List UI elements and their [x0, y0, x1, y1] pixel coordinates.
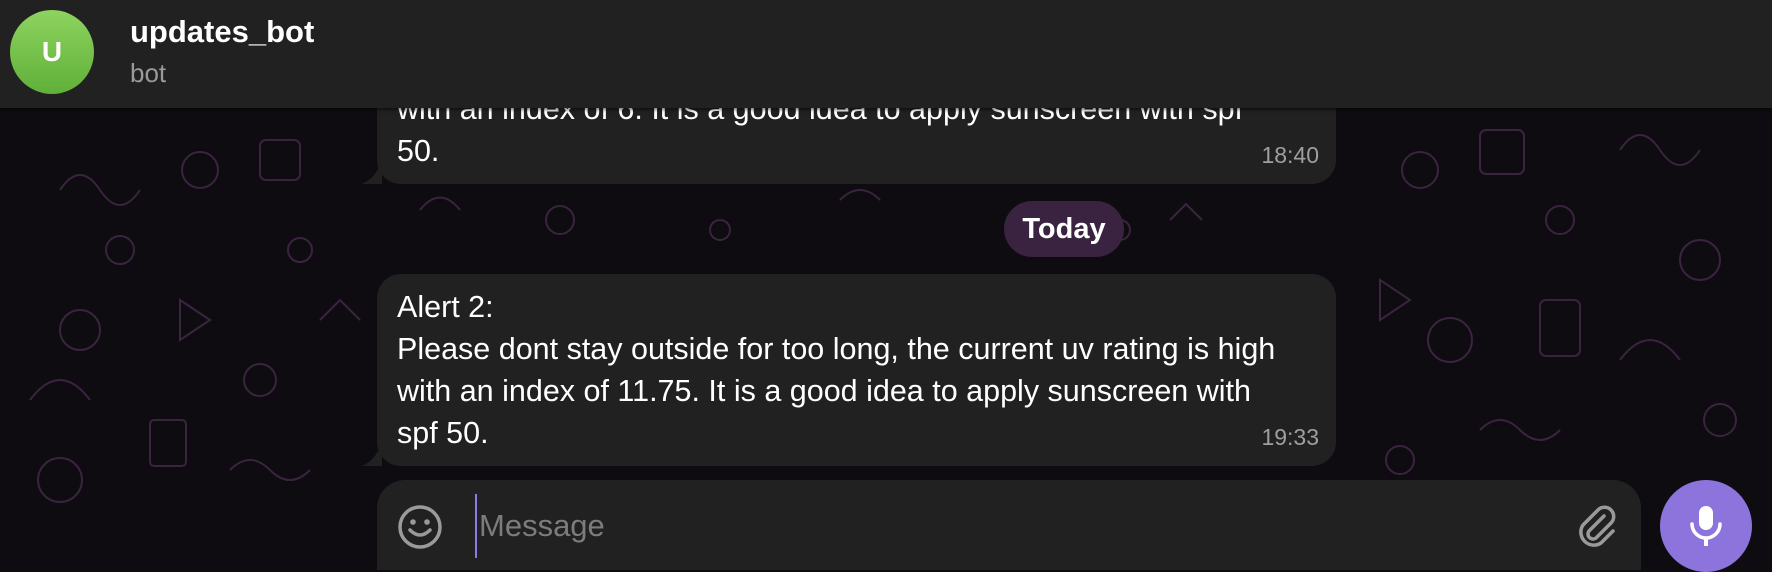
chat-subtitle: bot	[130, 58, 167, 88]
message-composer	[377, 480, 1641, 570]
message-time: 18:40	[1261, 142, 1319, 168]
chat-title[interactable]: updates_bot	[130, 14, 314, 50]
chat-header[interactable]: U updates_bot bot	[0, 0, 1772, 108]
microphone-button[interactable]	[1660, 480, 1752, 572]
avatar[interactable]: U	[10, 10, 94, 94]
message-input[interactable]	[475, 494, 1481, 558]
message-bubble[interactable]: Alert 2: Please dont stay outside for to…	[377, 274, 1336, 466]
date-separator: Today	[1004, 201, 1124, 257]
microphone-icon	[1690, 506, 1722, 546]
avatar-letter: U	[41, 36, 63, 67]
message-text: Alert 2: Please dont stay outside for to…	[397, 290, 1276, 450]
paperclip-icon[interactable]	[1573, 502, 1621, 550]
smile-icon[interactable]	[395, 502, 445, 552]
message-time: 19:33	[1261, 424, 1319, 450]
